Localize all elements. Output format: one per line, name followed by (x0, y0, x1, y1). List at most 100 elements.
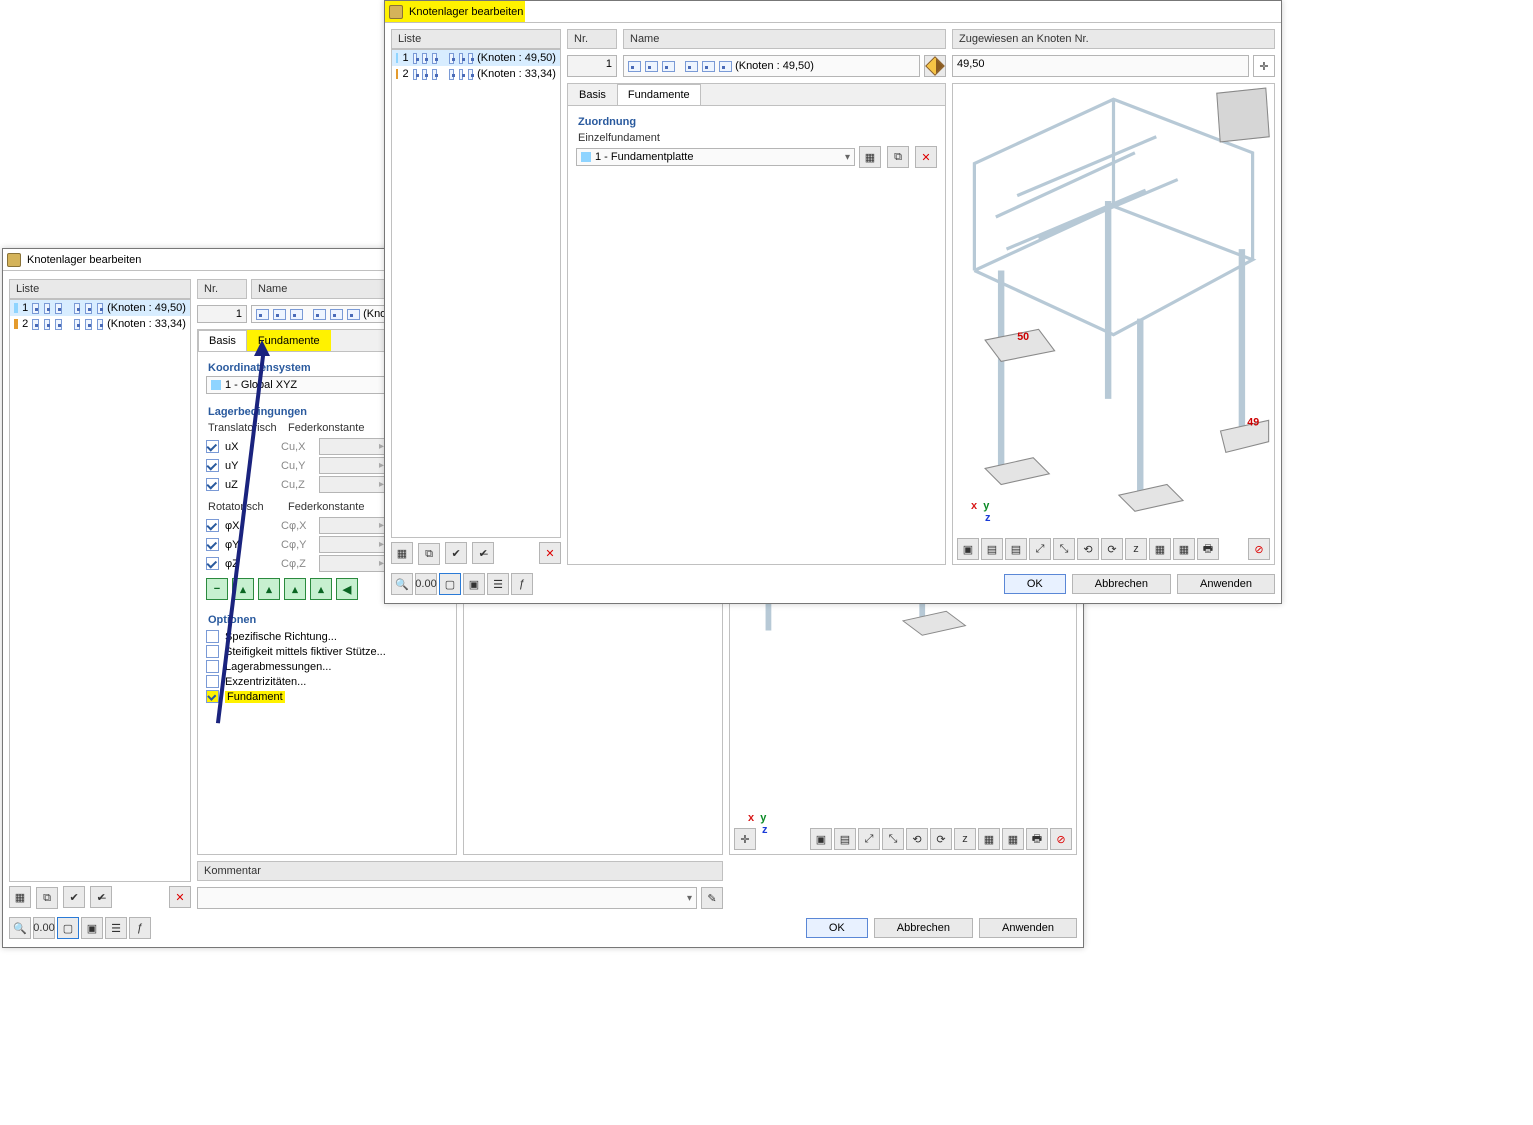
view-reset-button[interactable]: ⊘ (1050, 828, 1072, 850)
view-tool-6[interactable]: ⟳ (930, 828, 952, 850)
new-button[interactable]: ▦ (9, 886, 31, 908)
duplicate-button[interactable]: ⧉ (36, 887, 58, 909)
support-uxuyuz-icon (32, 303, 38, 314)
navcube-icon[interactable] (1216, 88, 1269, 143)
view-tool-1[interactable]: ▣ (810, 828, 832, 850)
toggle2-button[interactable]: ▣ (81, 917, 103, 939)
name-field[interactable]: (Knoten : 49,50) (623, 55, 920, 77)
3d-viewport-front[interactable]: 50 49 x y z ▣ ▤ ▤ ⤢ ⤡ ⟲ ⟳ z ▦ (952, 83, 1275, 565)
cancel-button[interactable]: Abbrechen (874, 918, 973, 938)
delete-button[interactable]: ✕ (539, 542, 561, 564)
toggle3-button[interactable]: ☰ (105, 917, 127, 939)
opt-fiktiv-checkbox[interactable] (206, 645, 219, 658)
help-button[interactable]: 🔍 (391, 573, 413, 595)
opt-lagerabm-checkbox[interactable] (206, 660, 219, 673)
view-tool-5[interactable]: ⟲ (906, 828, 928, 850)
check-all-button[interactable]: ✔ (63, 886, 85, 908)
delete-button[interactable]: ✕ (169, 886, 191, 908)
view-reset-button[interactable]: ⊘ (1248, 538, 1270, 560)
list-item[interactable]: 1 (Knoten : 49,50) (10, 300, 190, 316)
vtool-7[interactable]: ⟳ (1101, 538, 1123, 560)
apply-button[interactable]: Anwenden (979, 918, 1077, 938)
name-header: Name (623, 29, 946, 49)
vtool-1[interactable]: ▣ (957, 538, 979, 560)
kommentar-edit-button[interactable]: ✎ (701, 887, 723, 909)
kommentar-combo[interactable]: ▾ (197, 887, 697, 909)
list-item[interactable]: 2 (Knoten : 33,34) (10, 316, 190, 332)
help-button[interactable]: 🔍 (9, 917, 31, 939)
preset-free-button[interactable]: − (206, 578, 228, 600)
preset-fixed-button[interactable]: ◀ (336, 578, 358, 600)
view-tool-2[interactable]: ▤ (834, 828, 856, 850)
phiy-checkbox[interactable] (206, 538, 219, 551)
phiz-checkbox[interactable] (206, 557, 219, 570)
phix-checkbox[interactable] (206, 519, 219, 532)
uncheck-all-button[interactable]: ✔̶ (90, 886, 112, 908)
vtool-8[interactable]: z (1125, 538, 1147, 560)
opt-section: Optionen (206, 610, 448, 628)
toggle4-button[interactable]: ƒ (511, 573, 533, 595)
toggle3-button[interactable]: ☰ (487, 573, 509, 595)
maximize-button[interactable]: ☐ (1227, 3, 1251, 21)
preset-rollery-button[interactable]: ▴ (284, 578, 306, 600)
swatch-icon (581, 152, 591, 162)
view-tool-8[interactable]: ▦ (978, 828, 1000, 850)
name-edit-button[interactable] (924, 55, 946, 77)
opt-fundament-checkbox[interactable] (206, 690, 219, 703)
tab-basis[interactable]: Basis (198, 330, 247, 351)
uy-checkbox[interactable] (206, 459, 219, 472)
ux-checkbox[interactable] (206, 440, 219, 453)
toggle1-button[interactable]: ▢ (57, 917, 79, 939)
fund-delete-button[interactable]: ✕ (915, 146, 937, 168)
list-item[interactable]: 1 (Knoten : 49,50) (392, 50, 560, 66)
tab-basis[interactable]: Basis (568, 84, 617, 105)
vtool-9[interactable]: ▦ (1149, 538, 1171, 560)
vtool-2[interactable]: ▤ (981, 538, 1003, 560)
view-tool-9[interactable]: ▦ (1002, 828, 1024, 850)
preset-rollerz-button[interactable]: ▴ (310, 578, 332, 600)
preset-rollerx-button[interactable]: ▴ (258, 578, 280, 600)
pick-nodes-button[interactable]: ✛ (1253, 55, 1275, 77)
list-item[interactable]: 2 (Knoten : 33,34) (392, 66, 560, 82)
toggle1-button[interactable]: ▢ (439, 573, 461, 595)
zuordnung-section: Zuordnung (576, 112, 937, 130)
toggle4-button[interactable]: ƒ (129, 917, 151, 939)
zugewiesen-field[interactable]: 49,50 (952, 55, 1249, 77)
vtool-5[interactable]: ⤡ (1053, 538, 1075, 560)
vtool-10[interactable]: ▦ (1173, 538, 1195, 560)
apply-button[interactable]: Anwenden (1177, 574, 1275, 594)
einzel-combo[interactable]: 1 - Fundamentplatte ▾ (576, 148, 855, 166)
opt-spezrichtung-checkbox[interactable] (206, 630, 219, 643)
units-button[interactable]: 0.00 (415, 573, 437, 595)
opt-exzent-checkbox[interactable] (206, 675, 219, 688)
preset-pin-button[interactable]: ▴ (232, 578, 254, 600)
pick-button[interactable]: ✛ (734, 828, 756, 850)
view-tool-4[interactable]: ⤡ (882, 828, 904, 850)
check-all-button[interactable]: ✔ (445, 542, 467, 564)
units-button[interactable]: 0.00 (33, 917, 55, 939)
vtool-4[interactable]: ⤢ (1029, 538, 1051, 560)
view-tool-3[interactable]: ⤢ (858, 828, 880, 850)
view-tool-7[interactable]: z (954, 828, 976, 850)
tab-fundamente[interactable]: Fundamente (247, 330, 331, 351)
uncheck-all-button[interactable]: ✔̶ (472, 542, 494, 564)
close-button[interactable]: ✕ (1253, 3, 1277, 21)
cancel-button[interactable]: Abbrechen (1072, 574, 1171, 594)
toggle2-button[interactable]: ▣ (463, 573, 485, 595)
nr-field: 1 (567, 55, 617, 77)
fund-new-button[interactable]: ▦ (859, 146, 881, 168)
tab-fundamente[interactable]: Fundamente (617, 84, 701, 105)
nr-field: 1 (197, 305, 247, 323)
view-tool-10[interactable]: 🖶 (1026, 828, 1048, 850)
nr-header: Nr. (197, 279, 247, 299)
uz-checkbox[interactable] (206, 478, 219, 491)
ok-button[interactable]: OK (806, 918, 868, 938)
vtool-6[interactable]: ⟲ (1077, 538, 1099, 560)
duplicate-button[interactable]: ⧉ (418, 543, 440, 565)
ok-button[interactable]: OK (1004, 574, 1066, 594)
new-button[interactable]: ▦ (391, 542, 413, 564)
fund-edit-button[interactable]: ⧉ (887, 146, 909, 168)
vtool-11[interactable]: 🖶 (1197, 538, 1219, 560)
minimize-button[interactable]: — (1201, 3, 1225, 21)
vtool-3[interactable]: ▤ (1005, 538, 1027, 560)
